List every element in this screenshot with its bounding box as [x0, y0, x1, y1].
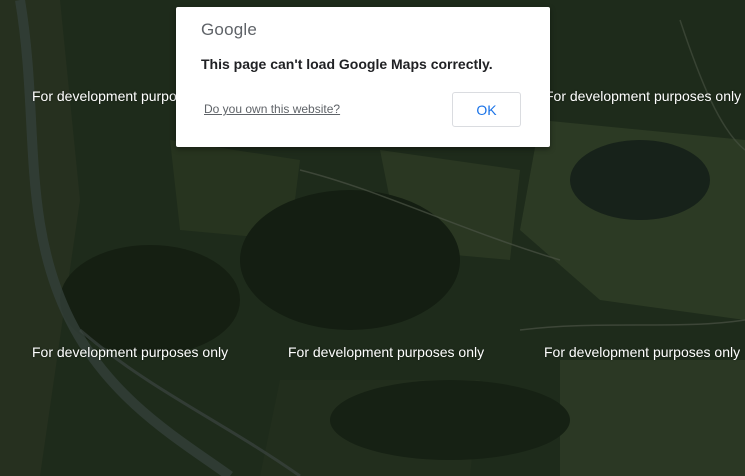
- error-dialog: Google This page can't load Google Maps …: [176, 7, 550, 147]
- development-watermark: For development purposes only: [32, 344, 229, 360]
- google-logo: Google: [201, 20, 258, 39]
- development-watermark: For development purposes only: [545, 88, 742, 104]
- own-website-link[interactable]: Do you own this website?: [204, 102, 340, 116]
- development-watermark: For development purposes only: [288, 344, 485, 360]
- development-watermark: For development purposes only: [544, 344, 741, 360]
- map-view[interactable]: For development purposes only For develo…: [0, 0, 745, 476]
- ok-button[interactable]: OK: [452, 92, 521, 127]
- error-message: This page can't load Google Maps correct…: [201, 56, 493, 72]
